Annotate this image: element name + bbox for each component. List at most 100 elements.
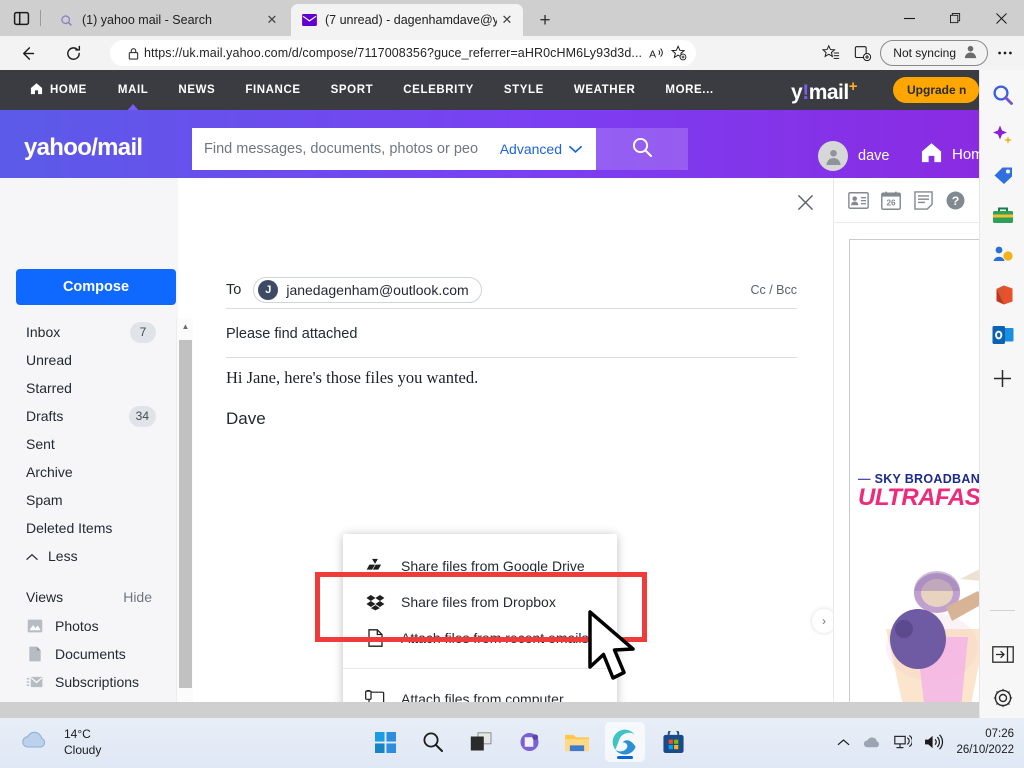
sidebar-item-sent[interactable]: Sent (0, 430, 178, 458)
address-bar[interactable]: https://uk.mail.yahoo.com/d/compose/7117… (110, 40, 696, 66)
nav-item-mail[interactable]: MAIL (118, 84, 149, 96)
add-favorite-icon[interactable] (668, 42, 690, 64)
browser-tab-2[interactable]: (7 unread) - dagenhamdave@ya ✕ (291, 4, 523, 36)
file-explorer-icon[interactable] (557, 722, 597, 762)
advanced-search-toggle[interactable]: Advanced (500, 141, 596, 157)
tools-icon[interactable] (990, 202, 1015, 227)
sidebar-item-starred[interactable]: Starred (0, 374, 178, 402)
search-input[interactable] (192, 129, 500, 169)
sync-status-button[interactable]: Not syncing (880, 40, 988, 66)
start-icon[interactable] (365, 722, 405, 762)
favorites-icon[interactable] (816, 38, 846, 68)
network-icon[interactable] (894, 734, 913, 750)
sidebar-item-photos[interactable]: Photos (0, 612, 178, 640)
nav-item-home[interactable]: HOME (30, 82, 87, 98)
yahoo-mail-logo[interactable]: yahoo/mail (24, 134, 143, 162)
menu-item-attach-from-computer[interactable]: Attach files from computer (343, 681, 617, 702)
cc-bcc-toggle[interactable]: Cc / Bcc (750, 283, 797, 297)
volume-icon[interactable] (924, 734, 944, 750)
back-icon[interactable] (12, 38, 42, 68)
sidebar-item-travel[interactable]: Travel (0, 696, 178, 702)
nav-item-news[interactable]: NEWS (178, 84, 215, 96)
close-icon[interactable]: ✕ (497, 10, 517, 30)
folder-badge: 34 (128, 405, 156, 427)
lock-icon (122, 42, 144, 64)
maximize-button[interactable] (932, 0, 978, 36)
views-hide-toggle[interactable]: Hide (123, 589, 152, 605)
task-view-icon[interactable] (461, 722, 501, 762)
teams-icon[interactable] (509, 722, 549, 762)
cloud-icon[interactable] (862, 735, 882, 749)
recipient-email: janedagenham@outlook.com (286, 281, 469, 298)
compose-button[interactable]: Compose (16, 269, 176, 305)
outlook-icon[interactable] (990, 322, 1015, 347)
home-link[interactable]: Hom (920, 141, 979, 168)
taskbar-clock[interactable]: 07:26 26/10/2022 (956, 726, 1014, 758)
tab-title: (7 unread) - dagenhamdave@ya (325, 13, 497, 27)
settings-icon[interactable] (990, 685, 1015, 710)
profile-icon (963, 44, 978, 62)
nav-item-more[interactable]: MORE... (665, 84, 713, 96)
sidebar-item-drafts[interactable]: Drafts 34 (0, 402, 178, 430)
close-button[interactable] (978, 0, 1024, 36)
nav-item-finance[interactable]: FINANCE (245, 84, 300, 96)
edge-sidebar (979, 70, 1024, 718)
sidebar-less-toggle[interactable]: Less (0, 542, 178, 570)
office-icon[interactable] (990, 282, 1015, 307)
sidebar-item-subscriptions[interactable]: Subscriptions (0, 668, 178, 696)
scrollbar-thumb[interactable] (179, 340, 192, 688)
expand-icon[interactable] (990, 642, 1015, 667)
sidebar-scrollbar[interactable]: ▲ ▼ (176, 318, 193, 702)
compose-subject-row[interactable]: Please find attached (226, 310, 797, 358)
scroll-up-icon[interactable]: ▲ (177, 318, 194, 335)
folder-badge: 7 (130, 321, 156, 343)
folder-label: Inbox (26, 324, 61, 340)
nav-item-sport[interactable]: SPORT (331, 84, 374, 96)
notes-icon[interactable] (911, 188, 935, 212)
ymail-plus-logo[interactable]: y!mail+ (791, 78, 858, 105)
add-icon[interactable] (990, 366, 1015, 391)
recipient-avatar: J (258, 279, 279, 300)
search-box[interactable]: Advanced (192, 128, 596, 170)
compose-body[interactable]: Hi Jane, here's those files you wanted. … (226, 368, 797, 429)
search-button[interactable] (596, 128, 688, 170)
help-icon[interactable]: ? (944, 188, 968, 212)
nav-item-style[interactable]: STYLE (504, 84, 544, 96)
user-account-chip[interactable]: dave (818, 141, 889, 171)
taskbar-weather-widget[interactable]: 14°C Cloudy (18, 726, 101, 758)
close-icon[interactable] (789, 186, 821, 218)
upgrade-button[interactable]: Upgrade n (893, 77, 979, 103)
recipient-chip[interactable]: J janedagenham@outlook.com (253, 276, 482, 303)
sidebar-item-documents[interactable]: Documents (0, 640, 178, 668)
nav-item-weather[interactable]: WEATHER (574, 84, 635, 96)
close-icon[interactable]: ✕ (262, 10, 282, 30)
settings-and-more-icon[interactable] (990, 38, 1020, 68)
refresh-icon[interactable] (58, 38, 88, 68)
search-icon[interactable] (990, 82, 1015, 107)
read-aloud-icon[interactable]: A (646, 42, 668, 64)
body-line-2: Dave (226, 409, 266, 428)
browser-tab-1[interactable]: (1) yahoo mail - Search ✕ (48, 4, 288, 36)
nav-item-celebrity[interactable]: CELEBRITY (403, 84, 474, 96)
new-tab-button[interactable]: + (532, 8, 558, 34)
sidebar-item-deleted[interactable]: Deleted Items (0, 514, 178, 542)
compose-to-row[interactable]: To J janedagenham@outlook.com Cc / Bcc (226, 271, 797, 309)
minimize-button[interactable] (886, 0, 932, 36)
games-icon[interactable] (990, 242, 1015, 267)
edge-icon[interactable] (605, 722, 645, 762)
shopping-tag-icon[interactable] (990, 162, 1015, 187)
contacts-icon[interactable] (846, 188, 870, 212)
sidebar-item-inbox[interactable]: Inbox 7 (0, 318, 178, 346)
sidebar-item-archive[interactable]: Archive (0, 458, 178, 486)
calendar-icon[interactable]: 26 (879, 188, 903, 212)
copilot-icon[interactable] (990, 122, 1015, 147)
sidebar-item-spam[interactable]: Spam (0, 486, 178, 514)
store-icon[interactable] (653, 722, 693, 762)
window-controls (886, 0, 1024, 36)
advertisement[interactable]: — SKY BROADBAND ULTRAFAS (849, 239, 979, 702)
search-icon[interactable] (413, 722, 453, 762)
chevron-up-icon[interactable] (837, 738, 850, 747)
sidebar-item-unread[interactable]: Unread (0, 346, 178, 374)
collections-icon[interactable] (848, 38, 878, 68)
tab-actions-icon[interactable] (8, 5, 34, 31)
